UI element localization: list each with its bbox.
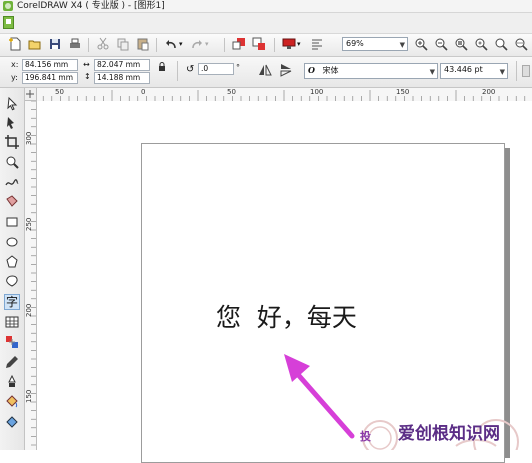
x-position-field[interactable]: 84.156 mm: [22, 59, 78, 71]
text-tool-icon[interactable]: 字: [4, 294, 20, 310]
zoom-page-icon[interactable]: [494, 37, 508, 51]
import-icon[interactable]: [232, 37, 246, 51]
eyedropper-tool-icon[interactable]: [4, 354, 20, 370]
ruler-label: 200: [25, 303, 33, 317]
horizontal-ruler[interactable]: 50 0 50 100 150 200: [24, 88, 532, 102]
application-launcher-icon[interactable]: [282, 37, 296, 51]
zoom-width-icon[interactable]: [514, 37, 528, 51]
degree-symbol: °: [236, 63, 240, 72]
fill-tool-icon[interactable]: [4, 394, 20, 410]
toolbar-separator: [224, 38, 225, 52]
height-icon: ↕: [84, 72, 91, 81]
property-bar: x: 84.156 mm y: 196.841 mm ↔ 82.047 mm ↕…: [0, 57, 532, 88]
print-icon[interactable]: [68, 37, 82, 51]
launcher-dropdown-icon[interactable]: ▾: [297, 40, 301, 48]
basic-shapes-tool-icon[interactable]: [4, 274, 20, 290]
font-name-value: 宋体: [322, 66, 339, 75]
toolbar-separator: [274, 38, 275, 52]
pick-tool-icon[interactable]: [4, 96, 20, 112]
open-icon[interactable]: [28, 37, 42, 51]
rotation-angle-field[interactable]: .0: [198, 63, 234, 75]
ruler-label: 300: [25, 131, 33, 145]
zoom-out-icon[interactable]: [434, 37, 448, 51]
watermark-partial-char: 投: [360, 430, 371, 443]
ruler-label: 200: [482, 88, 496, 96]
x-label: x:: [11, 60, 19, 69]
lock-ratio-icon[interactable]: [158, 62, 166, 74]
shape-tool-icon[interactable]: [4, 115, 20, 131]
y-label: y:: [11, 73, 18, 82]
document-icon[interactable]: [3, 16, 14, 29]
watermark-site-name: 爱创根知识网: [398, 424, 500, 444]
ruler-origin-corner[interactable]: [24, 88, 37, 101]
redo-icon[interactable]: [190, 37, 204, 51]
undo-dropdown-icon[interactable]: ▾: [179, 40, 183, 48]
menu-bar: [0, 13, 532, 34]
vertical-ruler[interactable]: 300 250 200 150: [24, 101, 37, 450]
zoom-tool-icon[interactable]: [4, 154, 20, 170]
ruler-label: 0: [141, 88, 146, 96]
coreldraw-app-icon: [3, 1, 13, 11]
toolbar-separator: [156, 38, 157, 52]
window-title: CorelDRAW X4 ( 专业版 ) - [图形1]: [17, 1, 165, 11]
artistic-text-object[interactable]: 您 好，每天: [216, 298, 357, 334]
smart-fill-tool-icon[interactable]: [4, 194, 20, 210]
undo-icon[interactable]: [164, 37, 178, 51]
chevron-down-icon: ▼: [399, 41, 405, 49]
property-separator: [177, 61, 178, 81]
copy-icon[interactable]: [116, 37, 130, 51]
ruler-label: 250: [25, 217, 33, 231]
mirror-horizontal-icon[interactable]: [258, 64, 272, 78]
freehand-tool-icon[interactable]: [4, 174, 20, 190]
save-icon[interactable]: [48, 37, 62, 51]
cut-icon[interactable]: [96, 37, 110, 51]
table-tool-icon[interactable]: [4, 314, 20, 330]
zoom-level-select[interactable]: 69% ▼: [342, 37, 408, 51]
ruler-label: 50: [55, 88, 64, 96]
zoom-all-icon[interactable]: [474, 37, 488, 51]
property-separator: [516, 61, 517, 81]
interactive-blend-tool-icon[interactable]: [4, 334, 20, 350]
chevron-down-icon: ▼: [499, 68, 505, 76]
font-size-select[interactable]: 43.446 pt ▼: [440, 63, 508, 79]
ruler-label: 150: [25, 389, 33, 403]
font-size-value: 43.446 pt: [444, 65, 483, 74]
opentype-font-icon: O: [308, 65, 315, 75]
font-list-select[interactable]: O 宋体 ▼: [304, 63, 438, 79]
title-bar: CorelDRAW X4 ( 专业版 ) - [图形1]: [0, 0, 532, 13]
welcome-icon[interactable]: [310, 37, 324, 51]
horizontal-ruler-ticks: [25, 90, 526, 101]
y-position-field[interactable]: 196.841 mm: [22, 72, 78, 84]
crop-tool-icon[interactable]: [4, 134, 20, 150]
ellipse-tool-icon[interactable]: [4, 234, 20, 250]
mirror-vertical-icon[interactable]: [280, 63, 292, 79]
export-icon[interactable]: [252, 37, 266, 51]
toolbar-separator: [88, 38, 89, 52]
rotate-icon: ↺: [186, 64, 195, 75]
toolbox: 字: [0, 88, 25, 450]
redo-dropdown-icon[interactable]: ▾: [205, 40, 209, 48]
rectangle-tool-icon[interactable]: [4, 214, 20, 230]
standard-toolbar: ▾ ▾ ▾ 69% ▼: [0, 34, 532, 57]
ruler-label: 50: [227, 88, 236, 96]
chevron-down-icon: ▼: [429, 68, 435, 76]
width-icon: ↔: [83, 60, 90, 69]
width-field[interactable]: 82.047 mm: [94, 59, 150, 71]
paste-icon[interactable]: [136, 37, 150, 51]
bold-button[interactable]: [522, 65, 530, 77]
polygon-tool-icon[interactable]: [4, 254, 20, 270]
height-field[interactable]: 14.188 mm: [94, 72, 150, 84]
zoom-level-value: 69%: [346, 39, 364, 48]
interactive-fill-tool-icon[interactable]: [4, 414, 20, 430]
ruler-label: 100: [310, 88, 324, 96]
ruler-label: 150: [396, 88, 410, 96]
new-icon[interactable]: [8, 37, 22, 51]
zoom-selected-icon[interactable]: [454, 37, 468, 51]
outline-tool-icon[interactable]: [4, 374, 20, 390]
zoom-in-icon[interactable]: [414, 37, 428, 51]
